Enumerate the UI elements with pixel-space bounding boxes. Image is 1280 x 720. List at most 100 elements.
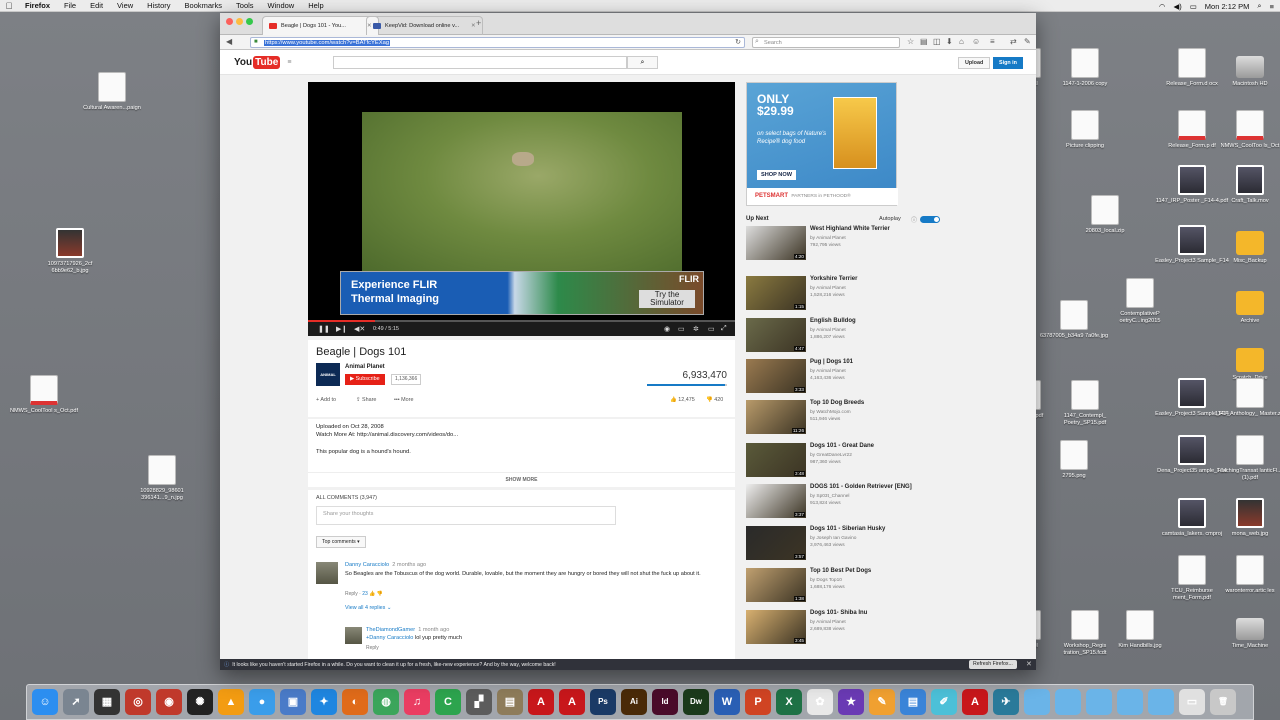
capture-icon[interactable]: ◉ — [156, 689, 182, 715]
photoshop-icon[interactable]: Ps — [590, 689, 616, 715]
volume-icon[interactable]: ◀✕ — [354, 325, 365, 333]
keynote-icon[interactable]: ▤ — [900, 689, 926, 715]
desktop-icon[interactable]: Picture clipping — [1048, 110, 1122, 150]
clock[interactable]: Mon 2:12 PM — [1205, 2, 1250, 11]
battery-icon[interactable]: ▭ — [1190, 2, 1197, 11]
menu-edit[interactable]: Edit — [83, 1, 110, 10]
reply-button[interactable]: Reply — [345, 591, 358, 597]
video-title[interactable]: English Bulldog — [810, 318, 856, 324]
imovie-icon[interactable]: ★ — [838, 689, 864, 715]
theater-icon[interactable]: ▭ — [708, 325, 715, 333]
avatar[interactable] — [345, 627, 362, 644]
video-title[interactable]: Pug | Dogs 101 — [810, 359, 853, 365]
apple-icon[interactable]:  — [0, 1, 18, 11]
video-title[interactable]: Dogs 101 - Siberian Husky — [810, 526, 885, 532]
acrobat-reader-icon[interactable]: A — [559, 689, 585, 715]
video-title[interactable]: Dogs 101 - Great Dane — [810, 443, 874, 449]
youtube-logo[interactable]: You Tube ≡ — [234, 56, 291, 69]
photos-icon[interactable]: ✿ — [807, 689, 833, 715]
up-next-item[interactable]: 11:26 Top 10 Dog Breeds by WatchMojo.com 51… — [746, 400, 946, 437]
thumbs-down-icon[interactable]: 👎 — [377, 591, 383, 597]
up-next-item[interactable]: 3:45 Dogs 101- Shiba Inu by Animal Planet 2… — [746, 610, 946, 647]
volume-icon[interactable]: ◀) — [1173, 2, 1181, 11]
app-a-icon[interactable]: ▤ — [497, 689, 523, 715]
tab-beagle[interactable]: Beagle | Dogs 101 - You... ✕ — [262, 16, 379, 35]
progress-bar[interactable] — [308, 320, 735, 322]
folder-downloads-icon[interactable] — [1086, 689, 1112, 715]
desktop-icon[interactable]: TeachingTransat lanticFl...l (1).pdf — [1213, 435, 1280, 482]
overlay-ad[interactable]: Experience FLIR Thermal Imaging FLIR Try… — [340, 271, 704, 315]
video-thumbnail[interactable]: 1:38 — [746, 568, 806, 602]
info-icon[interactable]: ⓘ — [911, 215, 917, 224]
next-icon[interactable]: ▶❙ — [336, 325, 347, 333]
menu-view[interactable]: View — [110, 1, 140, 10]
app-b-icon[interactable]: ✐ — [931, 689, 957, 715]
menu-file[interactable]: File — [57, 1, 83, 10]
up-next-item[interactable]: 1:38 Top 10 Best Pet Dogs by Dogs Top10 1,6… — [746, 568, 946, 605]
video-thumbnail[interactable]: 3:45 — [746, 610, 806, 644]
vlc-icon[interactable]: ▲ — [218, 689, 244, 715]
desktop-icon[interactable]: ContemplativeP oetryC...ing2015 — [1103, 278, 1177, 325]
reply-user[interactable]: TheDiamondGamer — [366, 627, 415, 633]
sort-comments-button[interactable]: Top comments ▾ — [316, 536, 366, 548]
app-c-icon[interactable]: ✈ — [993, 689, 1019, 715]
menu-help[interactable]: Help — [301, 1, 330, 10]
comment-user[interactable]: Danny Caracciolo — [345, 562, 389, 568]
folder-apps-icon[interactable] — [1024, 689, 1050, 715]
video-title[interactable]: DOGS 101 - Golden Retriever [ENG] — [810, 484, 912, 490]
browser-search-input[interactable]: ⌕ Search — [752, 37, 900, 48]
desktop-icon[interactable]: 20803_local.zip — [1068, 195, 1142, 235]
view-replies-link[interactable]: View all 4 replies ⌄ — [345, 605, 391, 611]
downloads-icon[interactable]: ⬇ — [946, 37, 953, 46]
thumbs-up-icon[interactable]: 👍 — [369, 591, 375, 597]
menu-bookmarks[interactable]: Bookmarks — [178, 1, 230, 10]
sign-in-button[interactable]: Sign in — [993, 57, 1023, 69]
more-button[interactable]: ••• More — [394, 397, 413, 403]
video-title[interactable]: Top 10 Best Pet Dogs — [810, 568, 871, 574]
tab-keepvid[interactable]: KeepVid: Download online v... ✕ — [366, 16, 483, 35]
captions-icon[interactable]: ▭ — [678, 325, 685, 333]
camtasia-icon[interactable]: C — [435, 689, 461, 715]
sidebar-ad[interactable]: ONLY $29.99 on select bags of Nature's Re… — [746, 82, 898, 206]
safari-icon[interactable]: ✦ — [311, 689, 337, 715]
comment-input[interactable]: Share your thoughts — [316, 506, 616, 525]
pause-icon[interactable]: ❚❚ — [318, 325, 330, 333]
video-title[interactable]: Dogs 101- Shiba Inu — [810, 610, 867, 616]
dreamweaver-icon[interactable]: Dw — [683, 689, 709, 715]
desktop-icon[interactable]: 2795.png — [1037, 440, 1111, 480]
video-thumbnail[interactable]: 1:15 — [746, 276, 806, 310]
desktop-icon[interactable]: waronterror.artic les — [1213, 555, 1280, 595]
excel-icon[interactable]: X — [776, 689, 802, 715]
add-to-button[interactable]: + Add to — [316, 397, 336, 403]
upload-button[interactable]: Upload — [958, 57, 991, 69]
up-next-item[interactable]: 1:15 Yorkshire Terrier by Animal Planet 1,5… — [746, 276, 946, 313]
up-next-item[interactable]: 3:57 Dogs 101 - Siberian Husky by Joseph I… — [746, 526, 946, 563]
reload-icon[interactable]: ↻ — [735, 38, 741, 46]
desktop-icon[interactable]: Macintosh HD — [1213, 48, 1280, 88]
fcp-icon[interactable]: ▞ — [466, 689, 492, 715]
video-title[interactable]: Yorkshire Terrier — [810, 276, 857, 282]
extension-icon[interactable]: ⇄ — [1010, 37, 1017, 46]
desktop-icon[interactable]: NMWS_CoolTool s_Oct.pdf — [7, 375, 81, 415]
back-icon[interactable]: ◀ — [226, 37, 232, 46]
menu-tools[interactable]: Tools — [229, 1, 261, 10]
close-tab-icon[interactable]: ✕ — [471, 23, 476, 29]
show-more-button[interactable]: SHOW MORE — [308, 472, 735, 483]
new-tab-icon[interactable]: + — [476, 18, 481, 28]
desktop-icon[interactable]: Scratch_Drive — [1213, 342, 1280, 382]
home-icon[interactable]: ⌂ — [959, 37, 964, 46]
firefox-icon[interactable]: ◐ — [342, 689, 368, 715]
annotations-icon[interactable]: ◉ — [664, 325, 670, 333]
folder-stack-icon[interactable] — [1117, 689, 1143, 715]
video-thumbnail[interactable]: 4:47 — [746, 318, 806, 352]
desktop-icon[interactable]: 1147_Anthology_ Master.zip — [1213, 378, 1280, 418]
minimize-window-button[interactable] — [236, 18, 243, 25]
up-next-item[interactable]: 4:20 West Highland White Terrier by Animal… — [746, 226, 946, 263]
pocket-icon[interactable]: ◫ — [933, 37, 941, 46]
video-thumbnail[interactable]: 3:33 — [746, 359, 806, 393]
refresh-firefox-button[interactable]: Refresh Firefox... — [969, 660, 1017, 669]
ad-cta[interactable]: Try the Simulator — [639, 290, 695, 308]
video-title[interactable]: Top 10 Dog Breeds — [810, 400, 864, 406]
url-bar[interactable]: ■ https://www.youtube.com/watch?v=BATfcY… — [250, 37, 745, 48]
reply-mention[interactable]: +Danny Caracciolo — [366, 635, 413, 641]
